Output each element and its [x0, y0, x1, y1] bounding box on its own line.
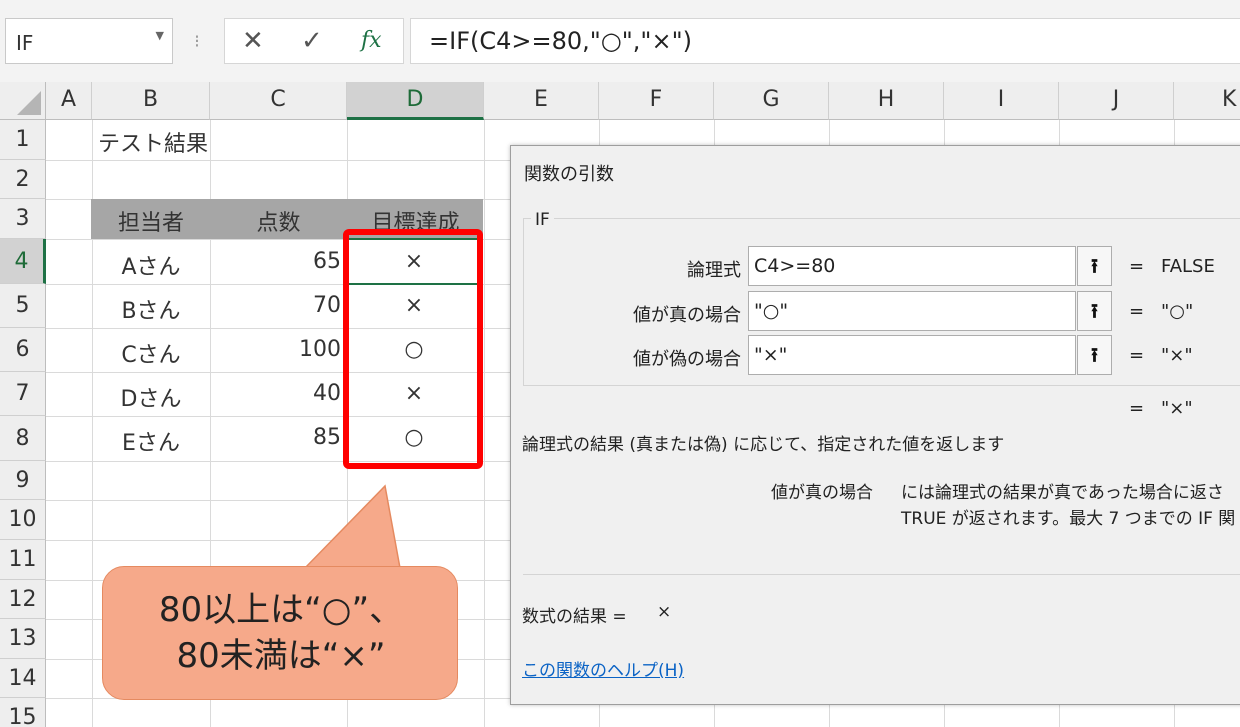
row-header-7[interactable]: 7	[0, 372, 46, 416]
row-header-9[interactable]: 9	[0, 461, 46, 500]
sheet-title[interactable]: テスト結果	[98, 126, 208, 158]
cell-score[interactable]: 85	[210, 425, 341, 450]
value-if-true-result: "○"	[1161, 301, 1194, 322]
row-header-14[interactable]: 14	[0, 659, 46, 698]
collapse-icon[interactable]: ⭱	[1077, 335, 1112, 375]
callout-line-2: 80未満は“×”	[176, 636, 386, 676]
argument-help-label: 値が真の場合	[771, 483, 873, 503]
function-arguments-dialog: 関数の引数 IF 論理式 C4>=80 ⭱ = FALSE 値が真の場合 "○"…	[510, 145, 1240, 705]
column-header-b[interactable]: B	[92, 82, 210, 120]
collapse-icon[interactable]: ⭱	[1077, 246, 1112, 286]
value-if-true-input[interactable]: "○"	[748, 291, 1076, 331]
function-name-label: IF	[531, 210, 554, 230]
cell-person[interactable]: Bさん	[92, 293, 210, 325]
column-header-i[interactable]: I	[944, 82, 1059, 120]
header-person[interactable]: 担当者	[92, 205, 210, 237]
column-header-h[interactable]: H	[829, 82, 944, 120]
callout-bubble: 80以上は“○”、 80未満は“×”	[102, 566, 458, 700]
row-header-13[interactable]: 13	[0, 619, 46, 659]
column-header-k[interactable]: K	[1174, 82, 1240, 120]
column-header-a[interactable]: A	[46, 82, 92, 120]
logical-test-input[interactable]: C4>=80	[748, 246, 1076, 286]
cell-score[interactable]: 70	[210, 293, 341, 318]
formula-result-label: 数式の結果 =	[522, 607, 627, 627]
select-all-button[interactable]	[0, 82, 46, 120]
row-header-2[interactable]: 2	[0, 160, 46, 199]
row-header-1[interactable]: 1	[0, 120, 46, 160]
collapse-icon[interactable]: ⭱	[1077, 291, 1112, 331]
value-if-false-result: "×"	[1161, 345, 1193, 366]
cell-score[interactable]: 65	[210, 249, 341, 274]
argument-help-text-2: TRUE が返されます。最大 7 つまでの IF 関	[901, 509, 1236, 529]
column-header-e[interactable]: E	[484, 82, 599, 120]
column-header-c[interactable]: C	[210, 82, 347, 120]
logical-test-result: FALSE	[1161, 256, 1215, 277]
value-if-true-label: 値が真の場合	[633, 305, 741, 326]
row-header-12[interactable]: 12	[0, 580, 46, 619]
row-header-5[interactable]: 5	[0, 284, 46, 328]
row-header-3[interactable]: 3	[0, 199, 46, 239]
cell-score[interactable]: 100	[210, 337, 341, 362]
cell-score[interactable]: 40	[210, 381, 341, 406]
highlight-box	[343, 229, 483, 469]
cell-person[interactable]: Aさん	[92, 249, 210, 281]
formula-result-value: ×	[657, 602, 672, 622]
row-header-15[interactable]: 15	[0, 698, 46, 727]
function-help-link[interactable]: この関数のヘルプ(H)	[522, 656, 684, 681]
row-header-11[interactable]: 11	[0, 540, 46, 580]
function-result: "×"	[1161, 398, 1193, 419]
argument-help-text: には論理式の結果が真であった場合に返さ	[901, 483, 1224, 503]
cell-person[interactable]: Dさん	[92, 381, 210, 413]
equals-sign: =	[1129, 345, 1145, 366]
column-header-d[interactable]: D	[347, 82, 484, 120]
callout-line-1: 80以上は“○”、	[158, 590, 404, 630]
cell-person[interactable]: Eさん	[92, 425, 210, 457]
equals-sign: =	[1129, 301, 1145, 322]
value-if-false-label: 値が偽の場合	[633, 349, 741, 370]
dialog-title: 関数の引数	[524, 164, 614, 185]
header-score[interactable]: 点数	[210, 205, 347, 237]
column-header-f[interactable]: F	[599, 82, 714, 120]
column-header-g[interactable]: G	[714, 82, 829, 120]
equals-sign: =	[1129, 256, 1145, 277]
column-header-j[interactable]: J	[1059, 82, 1174, 120]
row-header-8[interactable]: 8	[0, 416, 46, 461]
equals-sign: =	[1129, 398, 1145, 419]
callout-text: 80以上は“○”、 80未満は“×”	[103, 587, 459, 679]
logical-test-label: 論理式	[687, 260, 741, 281]
cell-person[interactable]: Cさん	[92, 337, 210, 369]
row-header-4[interactable]: 4	[0, 239, 46, 284]
row-header-6[interactable]: 6	[0, 328, 46, 372]
value-if-false-input[interactable]: "×"	[748, 335, 1076, 375]
divider	[523, 574, 1240, 575]
row-header-10[interactable]: 10	[0, 500, 46, 540]
gridline	[484, 120, 485, 727]
function-description: 論理式の結果 (真または偽) に応じて、指定された値を返します	[522, 435, 1005, 455]
